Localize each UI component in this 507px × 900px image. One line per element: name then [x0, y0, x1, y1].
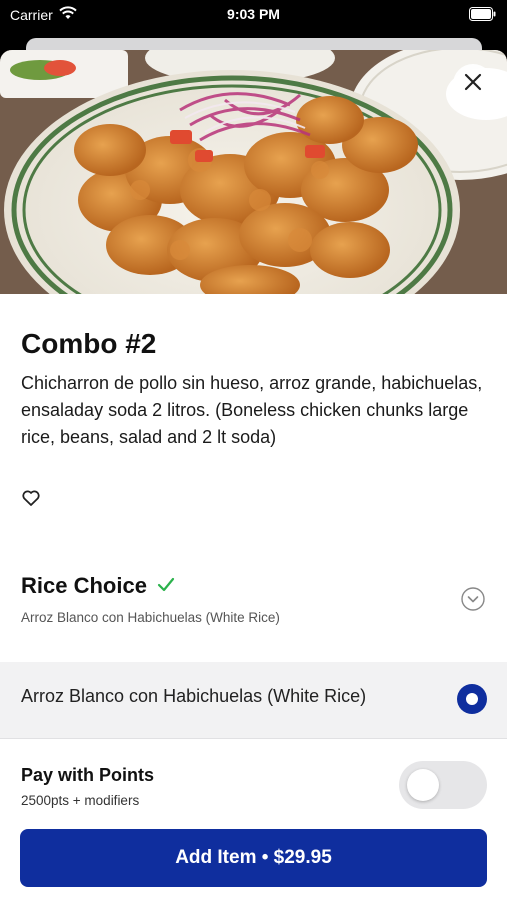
clock: 9:03 PM: [227, 6, 280, 22]
pay-with-points-section: Pay with Points 2500pts + modifiers Add …: [0, 739, 507, 899]
rice-choice-selection: Arroz Blanco con Habichuelas (White Rice…: [21, 610, 280, 625]
heart-icon[interactable]: [21, 488, 41, 508]
rice-choice-header[interactable]: Rice Choice: [21, 573, 175, 599]
item-title: Combo #2: [21, 328, 157, 359]
points-title: Pay with Points: [21, 765, 155, 785]
item-detail-modal: Combo #2 Chicharron de pollo sin hueso, …: [0, 50, 507, 900]
radio-dot: [466, 693, 478, 705]
close-icon: [464, 73, 482, 96]
rice-option-row[interactable]: Arroz Blanco con Habichuelas (White Rice…: [0, 662, 507, 739]
close-button[interactable]: [453, 64, 493, 104]
toggle-knob: [407, 769, 439, 801]
status-bar: Carrier 9:03 PM: [0, 0, 507, 30]
add-item-button[interactable]: Add Item • $29.95: [20, 829, 487, 887]
points-subtitle: 2500pts + modifiers: [21, 793, 140, 808]
rice-option-radio[interactable]: [457, 684, 487, 714]
rice-option-label: Arroz Blanco con Habichuelas (White Rice…: [21, 686, 367, 706]
battery-icon: [469, 7, 497, 24]
item-photo: [0, 50, 507, 294]
points-toggle[interactable]: [399, 761, 487, 809]
check-icon: [157, 573, 175, 599]
item-description: Chicharron de pollo sin hueso, arroz gra…: [21, 373, 483, 447]
chevron-down-icon[interactable]: [461, 587, 485, 611]
add-item-label: Add Item • $29.95: [175, 847, 332, 868]
rice-choice-title: Rice Choice: [21, 573, 147, 598]
